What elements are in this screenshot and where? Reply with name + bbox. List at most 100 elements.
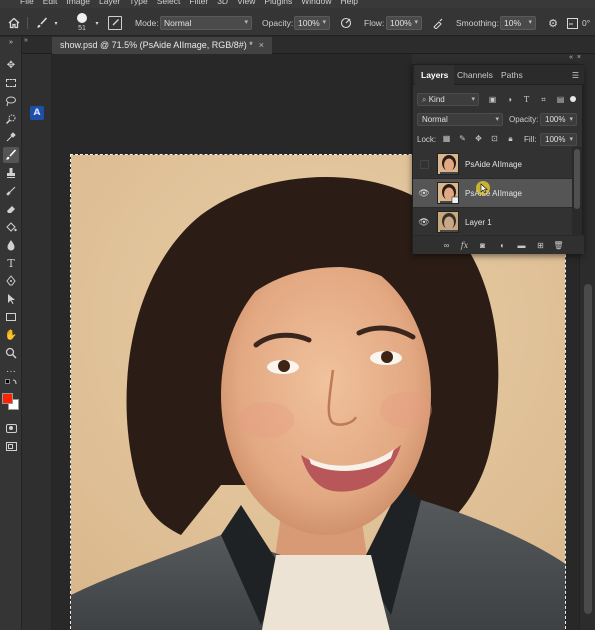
lock-artboard-icon[interactable]: ⊡ bbox=[489, 133, 500, 144]
panel-tabs: Layers Channels Paths ☰ bbox=[413, 65, 584, 85]
history-brush-tool-icon[interactable] bbox=[3, 183, 19, 199]
marquee-tool-icon[interactable] bbox=[3, 75, 19, 91]
mode-select[interactable]: Normal ▾ bbox=[160, 16, 252, 30]
menu-item-edit[interactable]: Edit bbox=[43, 0, 58, 6]
rectangle-tool-icon[interactable] bbox=[3, 309, 19, 325]
filter-kind-select[interactable]: ⌕ Kind ▾ bbox=[417, 93, 479, 106]
flow-value: 100% bbox=[390, 18, 412, 28]
layer-row[interactable]: PsAide AIImage bbox=[413, 150, 572, 179]
layer-row-selected[interactable]: 👁︎ PsAide AIImage bbox=[413, 179, 572, 208]
opacity-field[interactable]: 100% ▾ bbox=[294, 16, 330, 30]
quick-mask-icon[interactable] bbox=[3, 420, 19, 436]
chevron-down-icon[interactable]: ▾ bbox=[93, 19, 101, 27]
eyedropper-tool-icon[interactable] bbox=[3, 129, 19, 145]
layer-effects-icon[interactable]: fx bbox=[459, 240, 470, 251]
mode-value: Normal bbox=[164, 18, 192, 28]
visibility-toggle-off[interactable] bbox=[420, 160, 429, 169]
menu-item-layer[interactable]: Layer bbox=[99, 0, 120, 6]
layer-opacity-field[interactable]: 100% ▾ bbox=[540, 113, 577, 126]
scrollbar-thumb[interactable] bbox=[574, 149, 580, 209]
type-tool-icon[interactable]: T bbox=[3, 255, 19, 271]
brush-size-label: 51 bbox=[78, 25, 86, 32]
tab-paths[interactable]: Paths bbox=[495, 65, 529, 85]
collapse-panel-icon[interactable]: » bbox=[24, 37, 28, 44]
filter-type-icon[interactable]: T bbox=[521, 94, 532, 105]
menu-item-plugins[interactable]: Plugins bbox=[264, 0, 292, 6]
new-layer-icon[interactable]: ⊞ bbox=[535, 240, 546, 251]
tab-channels[interactable]: Channels bbox=[451, 65, 499, 85]
panel-menu-icon[interactable]: ☰ bbox=[572, 71, 579, 80]
move-tool-icon[interactable]: ✥ bbox=[3, 57, 19, 73]
smoothing-field[interactable]: 10% ▾ bbox=[500, 16, 536, 30]
pressure-opacity-icon[interactable] bbox=[339, 16, 353, 30]
brush-size-preview[interactable]: 51 bbox=[72, 13, 92, 33]
airbrush-icon[interactable] bbox=[431, 16, 445, 30]
home-icon[interactable] bbox=[6, 15, 22, 31]
flow-field[interactable]: 100% ▾ bbox=[386, 16, 422, 30]
collapse-panel-icon[interactable]: « bbox=[569, 54, 573, 61]
delete-layer-icon[interactable]: 🗑︎ bbox=[553, 240, 564, 251]
menu-item-help[interactable]: Help bbox=[340, 0, 357, 6]
menu-item-window[interactable]: Window bbox=[301, 0, 331, 6]
screen-mode-icon[interactable] bbox=[3, 438, 19, 454]
scrollbar-thumb[interactable] bbox=[584, 284, 592, 614]
chevron-down-icon[interactable]: ▾ bbox=[52, 19, 60, 27]
smoothing-settings-gear-icon[interactable]: ⚙ bbox=[546, 16, 560, 30]
filter-adjustment-icon[interactable]: ◑ bbox=[504, 94, 515, 105]
default-colors-icon[interactable] bbox=[3, 378, 19, 388]
menu-item-file[interactable]: File bbox=[20, 0, 34, 6]
menu-item-3d[interactable]: 3D bbox=[217, 0, 228, 6]
layers-scrollbar[interactable] bbox=[572, 147, 582, 235]
menu-item-image[interactable]: Image bbox=[66, 0, 90, 6]
fill-field[interactable]: 100% ▾ bbox=[540, 133, 577, 146]
document-tab[interactable]: show.psd @ 71.5% (PsAide AIImage, RGB/8#… bbox=[52, 37, 272, 54]
filter-smart-object-icon[interactable]: ▤ bbox=[555, 94, 566, 105]
zoom-tool-icon[interactable] bbox=[3, 345, 19, 361]
lock-transparent-pixels-icon[interactable]: ▦ bbox=[441, 133, 452, 144]
layer-row[interactable]: 👁︎ Layer 1 bbox=[413, 208, 572, 237]
eye-icon[interactable]: 👁︎ bbox=[418, 216, 430, 228]
close-icon[interactable]: × bbox=[577, 54, 581, 61]
angle-icon[interactable] bbox=[565, 16, 579, 30]
path-selection-tool-icon[interactable] bbox=[3, 291, 19, 307]
angle-value[interactable]: 0° bbox=[582, 18, 590, 28]
blur-tool-icon[interactable] bbox=[3, 237, 19, 253]
menu-item-view[interactable]: View bbox=[237, 0, 255, 6]
paint-bucket-tool-icon[interactable] bbox=[3, 219, 19, 235]
collapse-panel-icon[interactable]: » bbox=[3, 38, 19, 46]
chevron-down-icon: ▾ bbox=[244, 19, 248, 26]
menu-item-select[interactable]: Select bbox=[157, 0, 181, 6]
add-mask-icon[interactable]: ◙ bbox=[477, 240, 488, 251]
link-layers-icon[interactable]: ∞ bbox=[441, 240, 452, 251]
quick-selection-tool-icon[interactable] bbox=[3, 111, 19, 127]
chevron-down-icon: ▾ bbox=[322, 19, 326, 26]
blend-mode-select[interactable]: Normal ▾ bbox=[417, 113, 503, 126]
lock-all-icon[interactable]: 🔒︎ bbox=[505, 133, 516, 144]
tab-layers[interactable]: Layers bbox=[415, 65, 455, 85]
brush-settings-panel-icon[interactable] bbox=[108, 16, 122, 30]
foreground-color-swatch[interactable] bbox=[2, 393, 13, 404]
filter-pixel-icon[interactable]: ▣ bbox=[487, 94, 498, 105]
menu-item-filter[interactable]: Filter bbox=[189, 0, 208, 6]
document-tab-strip: » show.psd @ 71.5% (PsAide AIImage, RGB/… bbox=[22, 37, 595, 54]
panel-header-strip: « × bbox=[412, 54, 583, 64]
close-icon[interactable]: × bbox=[259, 40, 264, 50]
new-group-icon[interactable]: ▬ bbox=[516, 240, 527, 251]
lasso-tool-icon[interactable] bbox=[3, 93, 19, 109]
brush-tool-preset-icon[interactable] bbox=[34, 15, 50, 31]
clone-stamp-tool-icon[interactable] bbox=[3, 165, 19, 181]
adjustment-layer-icon[interactable]: ◐ bbox=[497, 240, 508, 251]
pen-tool-icon[interactable] bbox=[3, 273, 19, 289]
filter-shape-icon[interactable]: ⌗ bbox=[538, 94, 549, 105]
lock-image-pixels-icon[interactable]: ✎ bbox=[457, 133, 468, 144]
eye-icon[interactable]: 👁︎ bbox=[418, 187, 430, 199]
brush-tool-icon[interactable] bbox=[3, 147, 19, 163]
psaide-plugin-icon[interactable]: A bbox=[30, 106, 44, 120]
hand-tool-icon[interactable]: ✋ bbox=[3, 327, 19, 343]
chevron-down-icon: ▾ bbox=[495, 116, 499, 123]
filter-toggle-icon[interactable] bbox=[570, 96, 576, 102]
eraser-tool-icon[interactable] bbox=[3, 201, 19, 217]
more-tools-icon[interactable]: ··· bbox=[3, 363, 19, 379]
lock-position-icon[interactable]: ✥ bbox=[473, 133, 484, 144]
menu-item-type[interactable]: Type bbox=[129, 0, 147, 6]
